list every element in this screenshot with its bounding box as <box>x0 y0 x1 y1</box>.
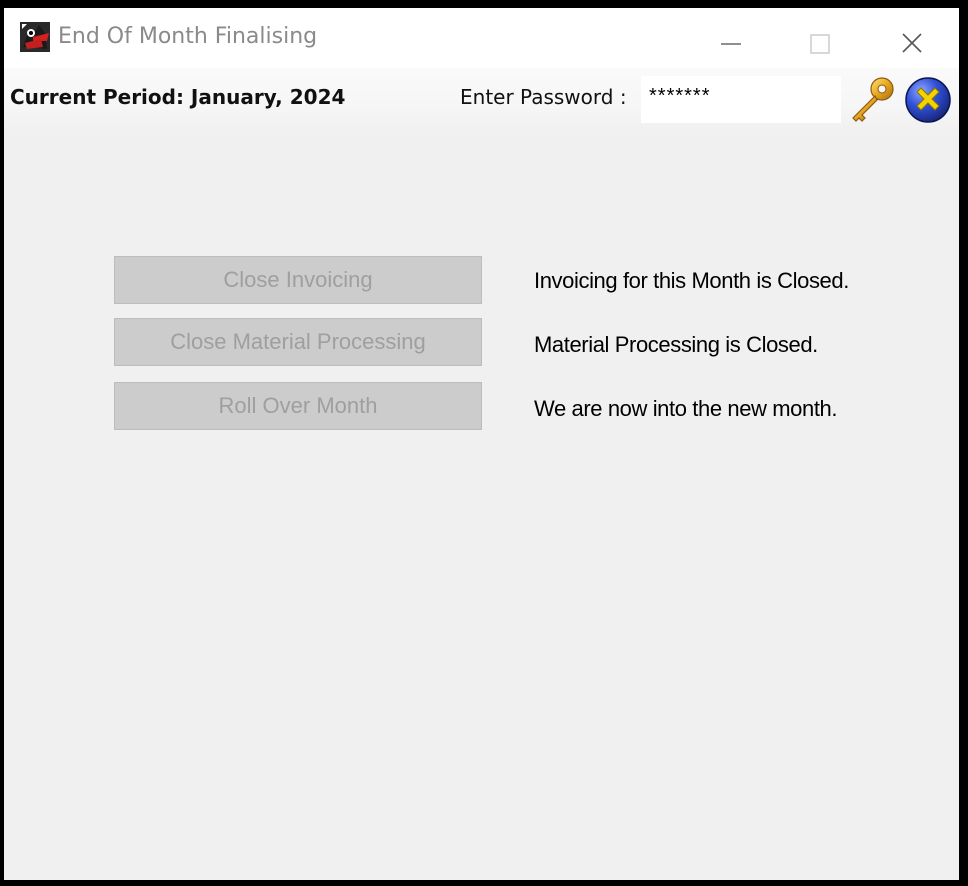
password-field[interactable]: ******* <box>641 76 841 123</box>
toolbar: Current Period: January, 2024 Enter Pass… <box>4 68 959 132</box>
password-label: Enter Password : <box>460 85 627 109</box>
unlock-key-button[interactable] <box>846 74 898 126</box>
maximize-button[interactable] <box>796 16 842 54</box>
key-icon <box>852 77 894 122</box>
minimize-icon <box>721 43 741 45</box>
material-processing-status-text: Material Processing is Closed. <box>534 332 818 357</box>
exit-icon <box>905 77 951 123</box>
end-of-month-window: End Of Month Finalising Current Period: … <box>4 8 959 880</box>
close-invoicing-button[interactable]: Close Invoicing <box>114 256 482 304</box>
minimize-button[interactable] <box>706 16 752 54</box>
window-title: End Of Month Finalising <box>58 24 318 49</box>
app-icon <box>19 21 51 53</box>
roll-over-month-button[interactable]: Roll Over Month <box>114 382 482 430</box>
password-value: ******* <box>649 85 711 107</box>
current-period-label: Current Period: January, 2024 <box>10 85 346 109</box>
title-bar[interactable]: End Of Month Finalising <box>4 8 959 68</box>
invoicing-status-text: Invoicing for this Month is Closed. <box>534 268 849 293</box>
roll-over-status-text: We are now into the new month. <box>534 396 838 421</box>
close-button[interactable] <box>889 16 935 54</box>
exit-button[interactable] <box>903 75 953 125</box>
close-icon <box>902 33 922 53</box>
maximize-icon <box>810 34 830 54</box>
close-material-processing-button[interactable]: Close Material Processing <box>114 318 482 366</box>
